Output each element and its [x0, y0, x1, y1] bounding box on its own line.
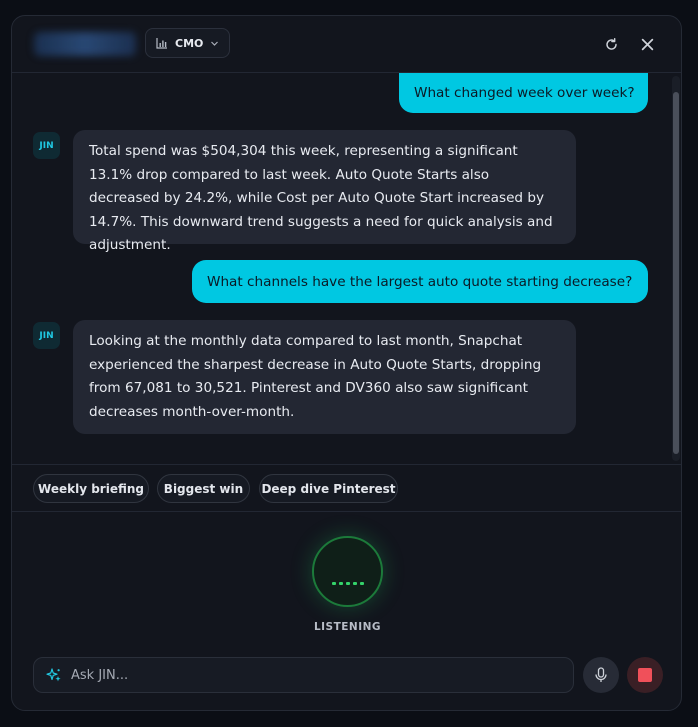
- microphone-button[interactable]: [583, 657, 619, 693]
- close-icon: [641, 38, 653, 50]
- suggestion-chips: Weekly briefing Biggest win Deep dive Pi…: [12, 464, 681, 512]
- level-dot: [331, 582, 336, 585]
- assistant-message: Total spend was $504,304 this week, repr…: [73, 130, 576, 253]
- voice-orb[interactable]: [312, 536, 383, 607]
- assistant-panel: CMO What changed week over week? JIN Tot…: [11, 15, 682, 711]
- level-dot: [338, 582, 343, 585]
- chat-history[interactable]: What changed week over week? JIN Total s…: [12, 73, 681, 464]
- panel-header: CMO: [12, 16, 681, 73]
- user-message: What changed week over week?: [399, 73, 648, 113]
- role-label: CMO: [175, 36, 204, 50]
- level-dot: [352, 582, 357, 585]
- sparkle-icon: [46, 668, 61, 682]
- assistant-avatar: JIN: [33, 322, 60, 349]
- chat-scrollbar-thumb[interactable]: [673, 92, 679, 454]
- level-dot: [345, 582, 350, 585]
- suggestion-weekly-briefing[interactable]: Weekly briefing: [33, 474, 149, 503]
- blurred-logo: [34, 32, 136, 56]
- bar-chart-icon: [156, 38, 167, 49]
- microphone-icon: [595, 667, 607, 682]
- ask-input-container[interactable]: [33, 657, 574, 693]
- refresh-button[interactable]: [601, 34, 621, 54]
- assistant-avatar: JIN: [33, 132, 60, 159]
- close-button[interactable]: [637, 34, 657, 54]
- level-dot: [359, 582, 364, 585]
- refresh-icon: [605, 37, 617, 50]
- ask-input[interactable]: [71, 667, 541, 683]
- chevron-down-icon: [211, 41, 219, 46]
- suggestion-deep-dive-pinterest[interactable]: Deep dive Pinterest: [259, 474, 398, 503]
- suggestion-biggest-win[interactable]: Biggest win: [157, 474, 250, 503]
- assistant-message: Looking at the monthly data compared to …: [73, 320, 576, 434]
- user-message: What channels have the largest auto quot…: [192, 260, 648, 303]
- voice-status: LISTENING: [313, 621, 382, 633]
- stop-icon: [638, 668, 652, 682]
- audio-level-dots: [331, 582, 364, 585]
- stop-recording-button[interactable]: [627, 657, 663, 693]
- role-selector[interactable]: CMO: [145, 28, 230, 58]
- chat-scrollbar[interactable]: [672, 76, 680, 461]
